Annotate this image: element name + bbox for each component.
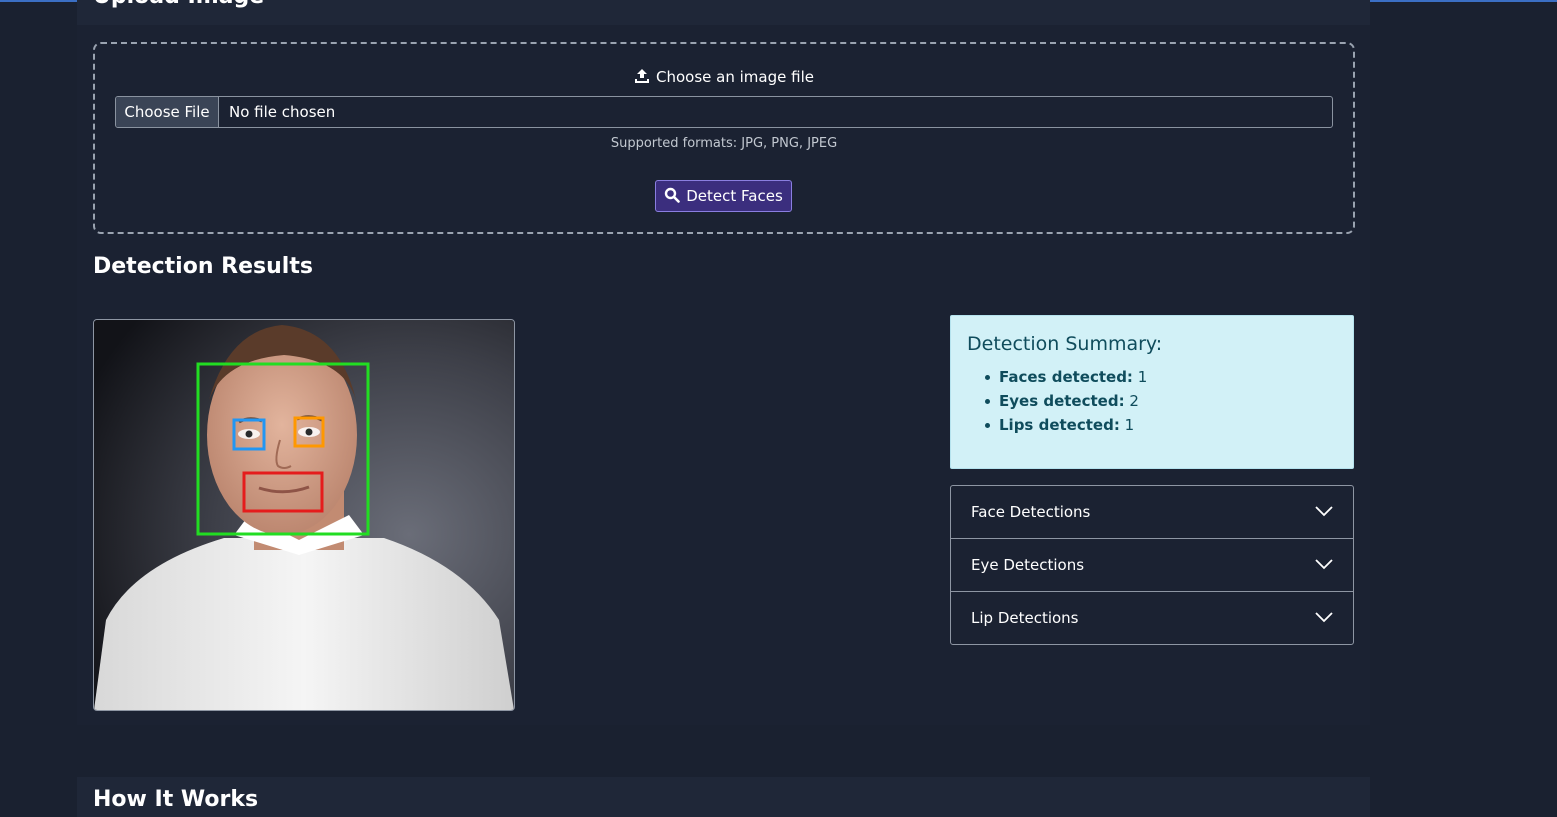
file-input[interactable]: Choose File No file chosen bbox=[115, 96, 1333, 128]
summary-label: Lips detected: bbox=[999, 416, 1120, 434]
search-icon bbox=[665, 187, 681, 203]
choose-image-label: Choose an image file bbox=[95, 68, 1353, 86]
accordion-label: Eye Detections bbox=[971, 556, 1085, 574]
detection-summary: Detection Summary: Faces detected: 1 Eye… bbox=[950, 315, 1354, 469]
summary-item-faces: Faces detected: 1 bbox=[967, 367, 1147, 391]
accordion-face-detections[interactable]: Face Detections bbox=[951, 486, 1353, 538]
accordion-label: Face Detections bbox=[971, 503, 1091, 521]
summary-label: Faces detected: bbox=[999, 368, 1133, 386]
supported-formats-text: Supported formats: JPG, PNG, JPEG bbox=[610, 136, 838, 151]
summary-value: 1 bbox=[1124, 416, 1135, 434]
summary-item-lips: Lips detected: 1 bbox=[967, 415, 1147, 439]
summary-item-eyes: Eyes detected: 2 bbox=[967, 391, 1147, 415]
upload-card-header: Upload Image bbox=[77, 0, 1370, 25]
choose-image-text: Choose an image file bbox=[656, 68, 814, 86]
chevron-down-icon bbox=[1315, 506, 1333, 517]
accordion-lip-detections[interactable]: Lip Detections bbox=[951, 591, 1353, 644]
detect-faces-label: Detect Faces bbox=[686, 187, 783, 205]
detection-results-title: Detection Results bbox=[93, 254, 313, 279]
detection-summary-list: Faces detected: 1 Eyes detected: 2 Lips … bbox=[967, 367, 1147, 439]
file-status-text: No file chosen bbox=[229, 103, 336, 121]
chevron-down-icon bbox=[1315, 612, 1333, 623]
choose-file-button[interactable]: Choose File bbox=[116, 97, 219, 127]
detections-accordion: Face Detections Eye Detections Lip Detec… bbox=[950, 485, 1354, 645]
detect-faces-button[interactable]: Detect Faces bbox=[655, 180, 792, 212]
accordion-label: Lip Detections bbox=[971, 609, 1079, 627]
chevron-down-icon bbox=[1315, 559, 1333, 570]
upload-dropzone[interactable]: Choose an image file Choose File No file… bbox=[93, 42, 1355, 234]
how-it-works-title: How It Works bbox=[93, 787, 259, 812]
accordion-eye-detections[interactable]: Eye Detections bbox=[951, 538, 1353, 591]
how-it-works-card: How It Works bbox=[77, 777, 1370, 817]
upload-section-title: Upload Image bbox=[93, 0, 264, 9]
result-image bbox=[93, 319, 515, 711]
summary-label: Eyes detected: bbox=[999, 392, 1125, 410]
upload-icon bbox=[635, 69, 650, 83]
detection-summary-title: Detection Summary: bbox=[967, 333, 1163, 355]
summary-value: 1 bbox=[1137, 368, 1148, 386]
summary-value: 2 bbox=[1129, 392, 1139, 410]
